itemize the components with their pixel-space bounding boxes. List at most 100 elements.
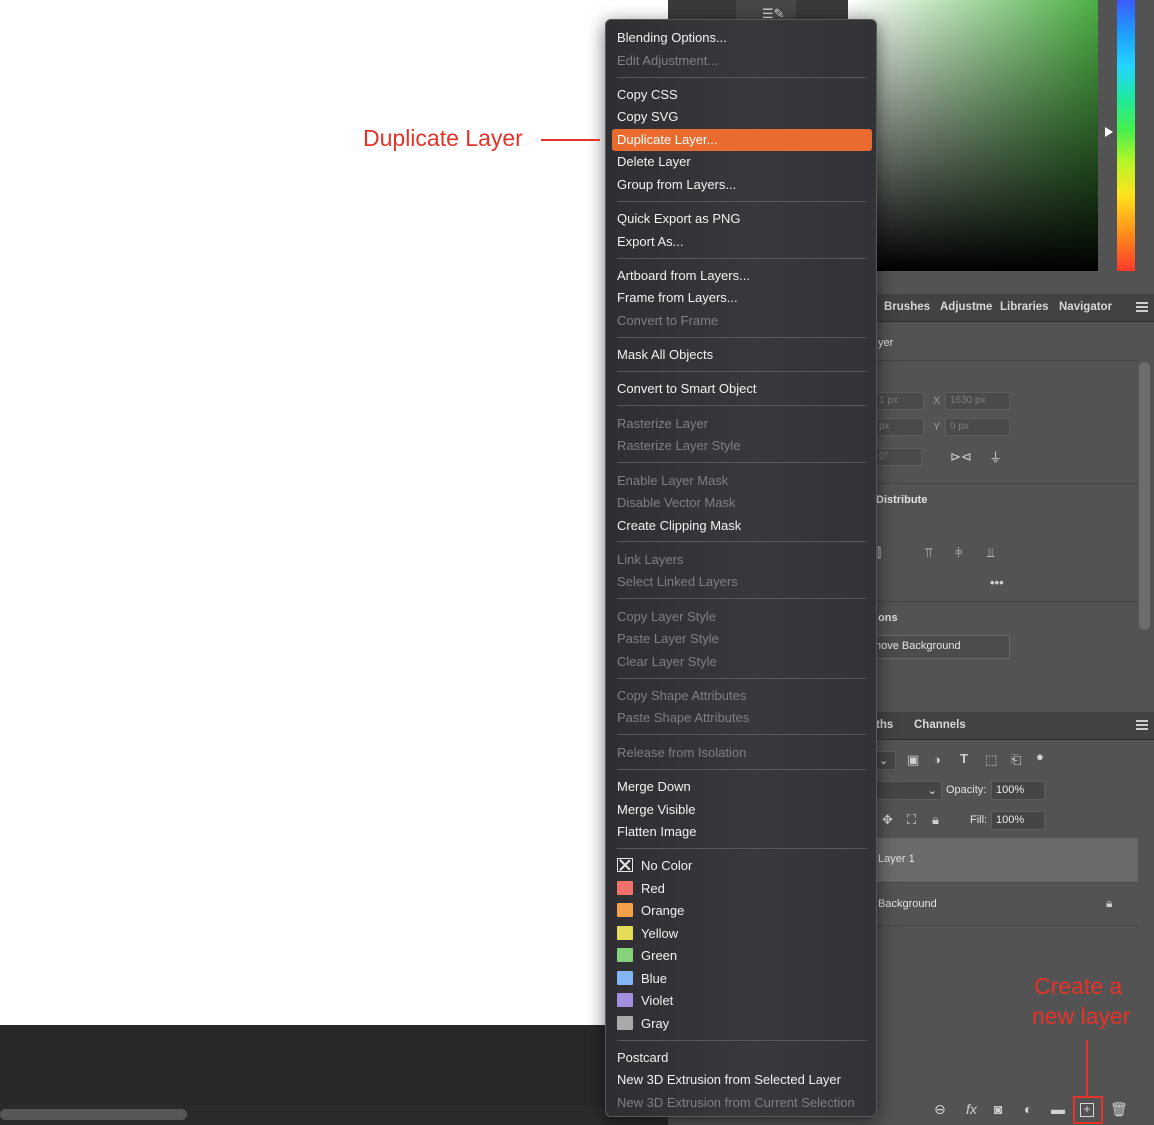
blend-mode-dropdown[interactable]: ⌄ [874,781,942,800]
layer-filter-dropdown[interactable]: ⌄ [874,751,896,770]
more-options-icon[interactable]: ••• [990,575,1004,590]
align-top-icon[interactable]: ⫪ [925,545,932,561]
menu-item-color-blue[interactable]: Blue [617,968,867,990]
link-layers-icon[interactable]: ⊖ [934,1101,946,1118]
lock-artboard-icon[interactable]: ⛶ [907,812,916,828]
width-field[interactable]: 1 px [874,392,924,410]
menu-item-blending-options[interactable]: Blending Options... [617,27,867,49]
smart-object-filter-icon[interactable]: ⎗ [1011,752,1021,768]
shape-filter-icon[interactable]: ⬚ [985,752,997,768]
menu-item-export-as[interactable]: Export As... [617,231,867,253]
menu-item-release-from-isolation: Release from Isolation [617,745,747,760]
tab-adjustments[interactable]: Adjustme [940,301,992,313]
opacity-field[interactable]: 100% [991,781,1045,800]
layer-style-icon[interactable]: fx [966,1101,977,1117]
align-bottom-icon[interactable]: ⫫ [987,545,994,561]
menu-item-color-gray[interactable]: Gray [617,1013,867,1035]
type-filter-icon[interactable]: T [960,751,968,766]
orange-swatch-icon [617,903,633,917]
angle-field[interactable]: 0° [874,448,922,466]
tab-brushes[interactable]: Brushes [884,301,930,313]
menu-separator [617,769,867,770]
menu-item-color-red[interactable]: Red [617,878,867,900]
new-group-icon[interactable]: ▬ [1051,1101,1065,1117]
green-swatch-icon [617,948,633,962]
menu-item-artboard-from-layers[interactable]: Artboard from Layers... [617,265,867,287]
menu-item-paste-layer-style: Paste Layer Style [617,631,719,646]
menu-item-group-from-layers[interactable]: Group from Layers... [617,174,867,196]
menu-separator [617,598,867,599]
menu-item-color-green[interactable]: Green [617,945,867,967]
delete-layer-icon[interactable]: 🗑︎ [1110,1101,1128,1118]
menu-item-no-color[interactable]: No Color [617,855,867,877]
tab-navigator[interactable]: Navigator [1059,301,1112,313]
tab-channels[interactable]: Channels [914,719,966,731]
layer-row[interactable]: Layer 1 [848,838,1138,882]
menu-separator [617,337,867,338]
menu-separator [617,848,867,849]
annotation-duplicate-layer: Duplicate Layer [363,125,523,151]
properties-panel-tabs: Brushes Adjustme Libraries Navigator [848,294,1154,322]
menu-item-merge-down[interactable]: Merge Down [617,776,867,798]
lock-all-icon[interactable]: 🔒︎ [932,812,939,828]
menu-item-convert-to-smart-object[interactable]: Convert to Smart Object [617,378,867,400]
document-canvas[interactable] [0,0,668,1025]
menu-item-3d-extrusion-selected-layer[interactable]: New 3D Extrusion from Selected Layer [617,1069,867,1091]
menu-item-color-orange[interactable]: Orange [617,900,867,922]
align-right-icon[interactable]: ⫿ [877,545,881,561]
tab-paths[interactable]: ths [876,719,893,731]
menu-item-quick-export-png[interactable]: Quick Export as PNG [617,208,867,230]
flip-horizontal-icon[interactable]: ⊳⊲ [950,449,972,465]
layer-name: Layer 1 [878,853,915,865]
divider [848,483,1138,484]
menu-item-postcard[interactable]: Postcard [617,1047,867,1069]
menu-separator [617,258,867,259]
menu-item-clear-layer-style: Clear Layer Style [617,654,717,669]
menu-item-rasterize-layer: Rasterize Layer [617,416,709,431]
menu-item-frame-from-layers[interactable]: Frame from Layers... [617,287,867,309]
horizontal-scrollbar-thumb[interactable] [0,1109,187,1120]
layer-name: Background [878,898,937,910]
menu-item-color-yellow[interactable]: Yellow [617,923,867,945]
color-picker-field[interactable] [848,0,1098,271]
add-mask-icon[interactable]: ◙ [994,1101,1002,1117]
lock-position-icon[interactable]: ✥ [882,812,893,828]
menu-item-create-clipping-mask[interactable]: Create Clipping Mask [617,515,867,537]
menu-item-copy-svg[interactable]: Copy SVG [617,106,867,128]
x-position-field[interactable]: 1630 px [945,392,1010,410]
layer-context-menu: Blending Options... Edit Adjustment... C… [605,19,877,1117]
blue-swatch-icon [617,971,633,985]
height-field[interactable]: px [874,418,924,436]
menu-item-flatten-image[interactable]: Flatten Image [617,821,867,843]
tab-libraries[interactable]: Libraries [1000,301,1049,313]
gray-swatch-icon [617,1016,633,1030]
properties-scrollbar[interactable] [1139,362,1150,630]
flip-vertical-icon[interactable]: ⏚ [989,447,1002,466]
menu-item-delete-layer[interactable]: Delete Layer [617,151,867,173]
hue-slider-pointer-icon[interactable] [1105,127,1113,137]
annotation-highlight-box [1073,1096,1103,1124]
panel-menu-icon[interactable] [1136,720,1148,730]
menu-item-color-violet[interactable]: Violet [617,990,867,1012]
properties-layer-label: yer [878,337,894,349]
red-swatch-icon [617,881,633,895]
menu-item-enable-layer-mask: Enable Layer Mask [617,473,729,488]
panel-menu-icon[interactable] [1136,302,1148,312]
menu-item-duplicate-layer[interactable]: Duplicate Layer... [612,129,872,151]
y-position-field[interactable]: 0 px [945,418,1010,436]
layer-row[interactable]: Background 🔒︎ [848,882,1138,926]
menu-separator [617,678,867,679]
hue-slider[interactable] [1117,0,1135,271]
menu-item-mask-all-objects[interactable]: Mask All Objects [617,344,867,366]
fill-field[interactable]: 100% [991,811,1045,830]
align-middle-icon[interactable]: ⫩ [955,545,962,561]
annotation-pointer-line [1086,1040,1088,1096]
menu-item-copy-css[interactable]: Copy CSS [617,84,867,106]
menu-item-merge-visible[interactable]: Merge Visible [617,799,867,821]
adjustment-layer-icon[interactable]: ◐ [1024,1101,1032,1117]
filter-toggle-icon[interactable]: ● [1036,749,1044,764]
layers-panel-tabs: ths Channels [848,712,1154,740]
opacity-label: Opacity: [946,784,987,796]
image-filter-icon[interactable]: ▣ [907,752,919,768]
adjustment-filter-icon[interactable]: ◑ [933,752,941,767]
